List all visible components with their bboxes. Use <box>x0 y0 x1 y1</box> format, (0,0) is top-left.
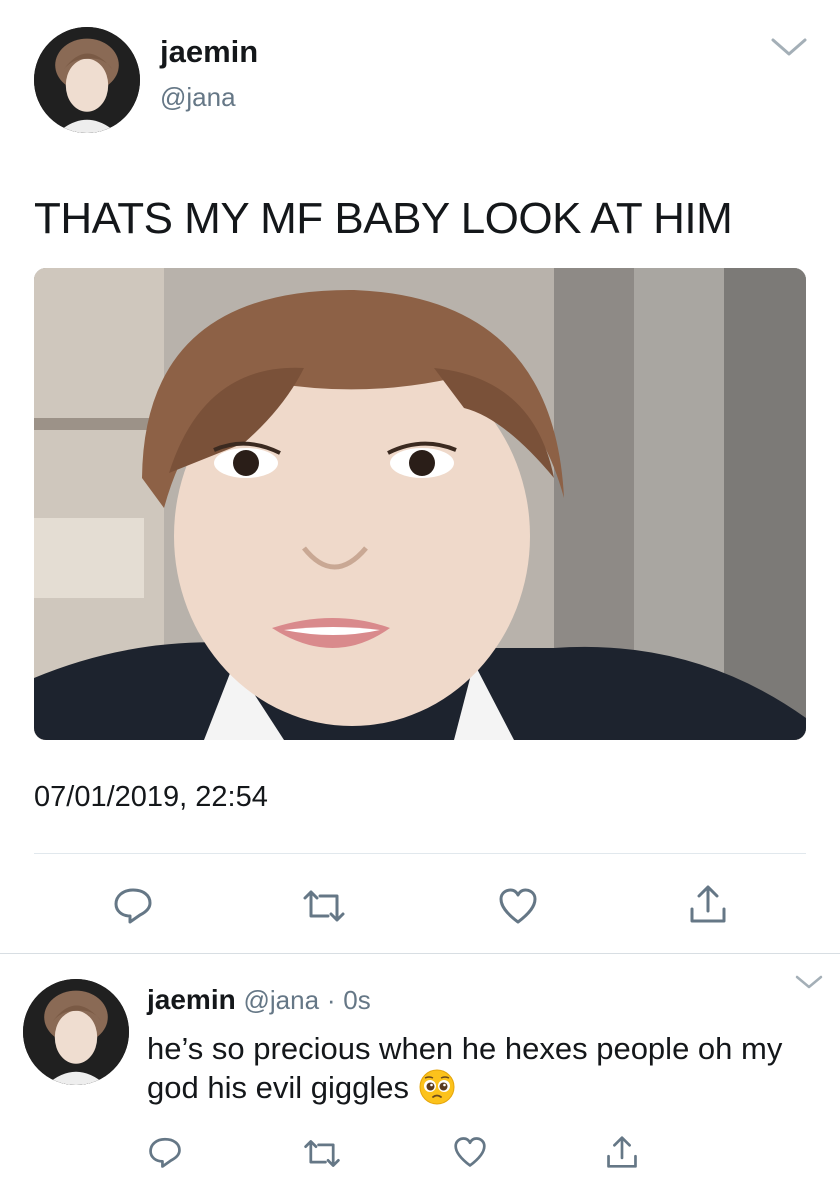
pleading-face-icon <box>418 1068 456 1106</box>
tweet-detail-screen: jaemin @jana THATS MY MF BABY LOOK AT HI… <box>0 0 840 1200</box>
tweet-photo[interactable] <box>34 268 806 740</box>
share-icon <box>607 1136 637 1168</box>
reply-share-button[interactable] <box>604 1133 640 1171</box>
author-handle[interactable]: @jana <box>160 82 236 113</box>
avatar-photo <box>34 27 140 133</box>
reply-like-button[interactable] <box>452 1135 488 1169</box>
author-name[interactable]: jaemin <box>160 34 258 70</box>
chevron-down-icon[interactable] <box>770 36 808 58</box>
reply-reply-button[interactable] <box>147 1134 183 1170</box>
retweet-icon <box>304 1139 340 1167</box>
author-avatar[interactable] <box>34 27 140 133</box>
tweet-timestamp: 07/01/2019, 22:54 <box>34 781 268 813</box>
reply-author-name[interactable]: jaemin <box>147 984 236 1015</box>
like-button[interactable] <box>496 884 540 928</box>
reply-header: jaemin @jana · 0s <box>147 984 371 1016</box>
reply-separator: · <box>326 985 336 1015</box>
divider <box>0 953 840 954</box>
reply-text-block: he’s so precious when he hexes people oh… <box>147 1030 817 1107</box>
retweet-icon <box>303 890 345 922</box>
divider <box>34 853 806 854</box>
reply-time: 0s <box>343 985 371 1015</box>
avatar-photo <box>23 979 129 1085</box>
reply-author-avatar[interactable] <box>23 979 129 1085</box>
reply-retweet-button[interactable] <box>300 1136 344 1170</box>
heart-icon <box>499 888 537 924</box>
reply-button[interactable] <box>111 883 155 927</box>
photo-image <box>34 268 806 740</box>
share-icon <box>690 885 726 923</box>
reply-author-handle[interactable]: @jana <box>243 985 319 1015</box>
reply-icon <box>114 888 152 924</box>
retweet-button[interactable] <box>299 886 349 926</box>
tweet-text: THATS MY MF BABY LOOK AT HIM <box>34 194 733 243</box>
heart-icon <box>454 1137 486 1167</box>
reply-icon <box>149 1137 181 1168</box>
share-button[interactable] <box>686 881 730 927</box>
chevron-down-icon[interactable] <box>794 974 824 990</box>
reply-text: he’s so precious when he hexes people oh… <box>147 1031 783 1105</box>
